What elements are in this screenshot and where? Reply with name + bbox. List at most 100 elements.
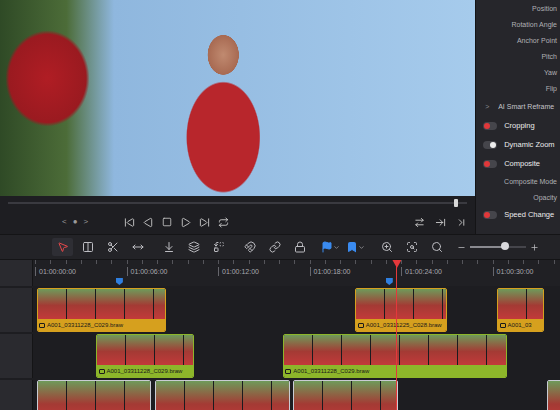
trim-icon — [82, 241, 94, 253]
toggle-switch[interactable] — [483, 160, 497, 168]
tool-button[interactable] — [345, 238, 366, 256]
inspector-property: Yaw — [476, 64, 560, 80]
timeline-track — [0, 380, 560, 410]
inspector-toggle-row[interactable]: Composite — [476, 154, 560, 173]
overwrite-icon — [188, 241, 200, 253]
clip-label-bar: A001_03311228_C029.braw — [97, 365, 193, 377]
toggle-dot — [484, 212, 490, 218]
skip-forward-icon[interactable] — [199, 217, 210, 228]
clip-label: A001_03311228_C029.braw — [107, 368, 183, 374]
clip-nav-button[interactable]: > — [84, 218, 89, 226]
timeline-clip[interactable]: A001_03311228_C029.braw — [283, 334, 507, 378]
clip-label: A001_03311228_C029.braw — [293, 368, 369, 374]
tool-button[interactable] — [289, 238, 310, 256]
track-header — [0, 334, 33, 378]
toggle-switch[interactable] — [483, 122, 497, 130]
tool-button[interactable] — [183, 238, 204, 256]
resolve-window: <●>PositionRotation AngleAnchor PointPit… — [0, 0, 560, 410]
loop-icon[interactable] — [218, 217, 229, 228]
clip-label: A001_03311225_C028.braw — [366, 322, 442, 328]
toggle-label: Composite — [504, 159, 540, 168]
stop-icon[interactable] — [162, 217, 172, 227]
scrubber-track[interactable] — [8, 202, 467, 204]
timeline-clip[interactable] — [37, 380, 151, 410]
tool-group — [158, 238, 229, 256]
inspector-property: Opacity — [476, 189, 560, 205]
toggle-switch[interactable] — [483, 141, 497, 149]
tool-button[interactable] — [320, 238, 341, 256]
inspector-property: Position — [476, 0, 560, 16]
section-label: AI Smart Reframe — [498, 103, 554, 110]
timeline-clip[interactable]: A001_03311225_C028.braw — [355, 288, 447, 332]
timeline-clip[interactable]: A001_03 — [497, 288, 544, 332]
clip-label: A001_03 — [508, 322, 532, 328]
viewer-panel: < ● > — [0, 0, 475, 234]
clip-nav-button[interactable]: ● — [73, 218, 78, 226]
edit-toolbar — [0, 234, 560, 260]
match-frame-icon[interactable] — [414, 217, 425, 228]
clip-thumbnails — [38, 289, 166, 319]
blade-icon — [107, 241, 119, 253]
timeline-clip[interactable]: A001_03311228_C029.braw — [37, 288, 167, 332]
link-icon — [269, 241, 281, 253]
tool-button[interactable] — [239, 238, 260, 256]
zoom-in-icon[interactable] — [530, 243, 539, 252]
viewer-scrubber[interactable] — [0, 196, 475, 210]
tool-button[interactable] — [264, 238, 285, 256]
skip-back-icon[interactable] — [124, 217, 135, 228]
inspector-toggle-row[interactable]: Dynamic Zoom — [476, 135, 560, 154]
flag-icon — [321, 241, 333, 253]
clip-type-icon — [39, 323, 45, 328]
tool-button[interactable] — [127, 238, 148, 256]
tool-button[interactable] — [208, 238, 229, 256]
timeline-clip[interactable] — [547, 380, 560, 410]
play-reverse-icon[interactable] — [143, 217, 154, 228]
timeline-marker[interactable] — [116, 278, 123, 285]
tool-button[interactable] — [376, 238, 397, 256]
go-to-end-icon[interactable] — [435, 217, 446, 228]
timeline: 01:00:00:0001:00:06:0001:00:12:0001:00:1… — [0, 260, 560, 410]
clip-thumbnails — [38, 381, 150, 410]
tool-button[interactable] — [426, 238, 447, 256]
replace-icon — [213, 241, 225, 253]
top-area: <●>PositionRotation AngleAnchor PointPit… — [0, 0, 560, 234]
tool-button[interactable] — [102, 238, 123, 256]
timeline-clip[interactable] — [293, 380, 398, 410]
play-icon[interactable] — [180, 217, 191, 228]
dropdown-chevron-icon — [333, 244, 340, 251]
tool-button[interactable] — [158, 238, 179, 256]
clip-nav-button[interactable]: < — [62, 218, 67, 226]
timeline-ruler[interactable]: 01:00:00:0001:00:06:0001:00:12:0001:00:1… — [0, 260, 560, 286]
ruler-timecode: 01:00:06:00 — [127, 267, 168, 276]
track-lane: A001_03311228_C029.braw A001_03311225_C02… — [33, 288, 560, 332]
zoom-out-icon[interactable] — [457, 243, 466, 252]
tool-button[interactable] — [52, 238, 73, 256]
toggle-switch[interactable] — [483, 211, 497, 219]
timeline-clip[interactable]: A001_03311228_C029.braw — [96, 334, 194, 378]
tool-button[interactable] — [77, 238, 98, 256]
toggle-dot — [490, 142, 496, 148]
inspector-toggle-row[interactable]: Speed Change — [476, 205, 560, 224]
timeline-clip[interactable] — [155, 380, 289, 410]
inspector-toggle-row[interactable]: Cropping — [476, 116, 560, 135]
ruler-timecode: 01:00:12:00 — [218, 267, 259, 276]
ruler-lane[interactable]: 01:00:00:0001:00:06:0001:00:12:0001:00:1… — [33, 260, 560, 286]
viewer-frame — [0, 0, 475, 196]
toggle-label: Speed Change — [504, 210, 554, 219]
clip-label-bar: A001_03 — [498, 319, 543, 331]
lock-icon — [294, 241, 306, 253]
track-header — [0, 288, 33, 332]
toggle-label: Dynamic Zoom — [504, 140, 554, 149]
next-edit-icon[interactable] — [456, 217, 467, 228]
tool-group — [52, 238, 148, 256]
scrubber-knob[interactable] — [454, 199, 458, 207]
timeline-marker[interactable] — [386, 278, 393, 285]
zoom-slider[interactable] — [470, 246, 526, 248]
ruler-timecode: 01:00:30:00 — [493, 267, 534, 276]
playhead[interactable] — [396, 260, 397, 410]
track-lane: A001_03311228_C029.braw A001_03311228_C02… — [33, 334, 560, 378]
chevron-icon: > — [485, 103, 493, 110]
inspector-section[interactable]: > AI Smart Reframe — [476, 96, 560, 116]
zoom-knob[interactable] — [501, 242, 509, 250]
tool-button[interactable] — [401, 238, 422, 256]
